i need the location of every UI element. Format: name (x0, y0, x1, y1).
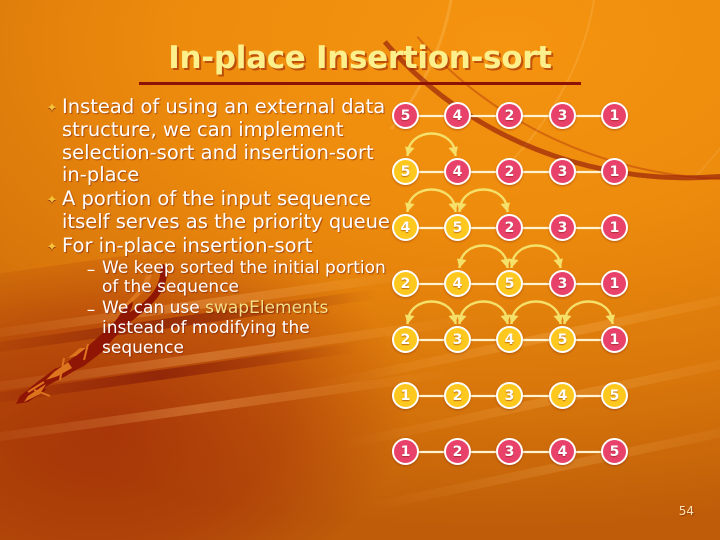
bullet-item-5-text: We can use swapElements instead of modif… (102, 298, 392, 358)
sequence-edge (419, 227, 444, 229)
sequence-edge (471, 395, 496, 397)
swap-arc (510, 244, 562, 269)
sequence-edge (576, 115, 601, 117)
swap-arc (406, 188, 457, 213)
sequence-edge (471, 339, 496, 341)
sequence-node: 4 (549, 438, 576, 465)
trace-row: 12345 (392, 424, 662, 480)
sequence-edge (419, 115, 444, 117)
sequence-edge (576, 395, 601, 397)
sequence-edge (576, 451, 601, 453)
sequence-edge (576, 339, 601, 341)
swap-arc (510, 300, 562, 325)
sequence-edge (471, 171, 496, 173)
sequence-node: 4 (549, 382, 576, 409)
swap-arc-group (405, 132, 458, 157)
bullet-item-5: – We can use swapElements instead of mod… (80, 298, 392, 358)
swap-arc-group (405, 300, 615, 325)
swap-arc (406, 300, 457, 325)
page-number: 54 (678, 504, 694, 518)
bullet-item-5-text-after: instead of modifying the sequence (102, 317, 310, 358)
dash-bullet-icon: – (86, 259, 96, 280)
sequence-edge (471, 227, 496, 229)
sequence-edge (523, 171, 549, 173)
bullet-item-2-text: A portion of the input sequence itself s… (62, 187, 390, 234)
trace-row: 12345 (392, 368, 662, 424)
sequence-node: 5 (601, 438, 628, 465)
sequence-node: 2 (444, 438, 471, 465)
swap-arc-group (457, 244, 563, 269)
sequence-edge (523, 283, 549, 285)
diamond-bullet-icon: ✦ (46, 101, 58, 116)
sequence-edge (471, 451, 496, 453)
bullet-item-1: ✦ Instead of using an external data stru… (42, 95, 392, 187)
sequence-edge (419, 339, 444, 341)
sequence-edge (471, 115, 496, 117)
dash-bullet-icon: – (86, 300, 96, 321)
bullet-item-5-text-before: We can use (102, 298, 206, 319)
sequence-node: 2 (444, 382, 471, 409)
sequence-edge (523, 115, 549, 117)
bullet-item-5-keyword: swapElements (205, 298, 329, 319)
swap-arc (458, 300, 509, 325)
trace-row: 23451 (392, 300, 662, 368)
sequence-edge (471, 283, 496, 285)
swap-arc (458, 188, 509, 213)
swap-arc (406, 132, 457, 157)
sequence-node: 1 (392, 382, 419, 409)
diamond-bullet-icon: ✦ (46, 239, 58, 255)
insertion-sort-trace-diagram: 54231542314523124531234511234512345 (392, 88, 662, 488)
sequence-edge (523, 395, 549, 397)
sequence-node: 5 (601, 382, 628, 409)
bullet-item-2: ✦ A portion of the input sequence itself… (42, 187, 392, 234)
sequence-edge (523, 339, 549, 341)
sequence-edge (419, 395, 444, 397)
title-block: In-place Insertion-sort (0, 40, 720, 85)
sequence-node: 1 (392, 438, 419, 465)
bullet-list: ✦ Instead of using an external data stru… (42, 95, 392, 359)
sequence-edge (576, 171, 601, 173)
sequence-edge (419, 171, 444, 173)
slide-canvas: In-place Insertion-sort ✦ Instead of usi… (0, 0, 720, 540)
sequence-edge (419, 283, 444, 285)
sequence-edge (576, 283, 601, 285)
bullet-item-3: ✦ For in-place insertion-sort (42, 233, 392, 258)
swap-arc (563, 300, 614, 325)
bullet-item-4: – We keep sorted the initial portion of … (80, 257, 392, 298)
sequence-edge (419, 451, 444, 453)
sequence-node: 3 (496, 438, 523, 465)
diamond-bullet-icon: ✦ (46, 193, 58, 209)
background-streak-3 (0, 367, 459, 450)
sequence-node: 3 (496, 382, 523, 409)
bullet-item-1-text: Instead of using an external data struct… (62, 95, 386, 187)
swap-arc (458, 244, 509, 269)
swap-arc-group (405, 188, 510, 213)
bullet-item-3-text: For in-place insertion-sort (62, 233, 313, 257)
sequence-edge (523, 227, 549, 229)
page-title: In-place Insertion-sort (168, 40, 552, 76)
title-underline-rule (139, 82, 581, 85)
sequence-edge (576, 227, 601, 229)
bullet-item-4-text: We keep sorted the initial portion of th… (102, 257, 386, 298)
sequence-edge (523, 451, 549, 453)
